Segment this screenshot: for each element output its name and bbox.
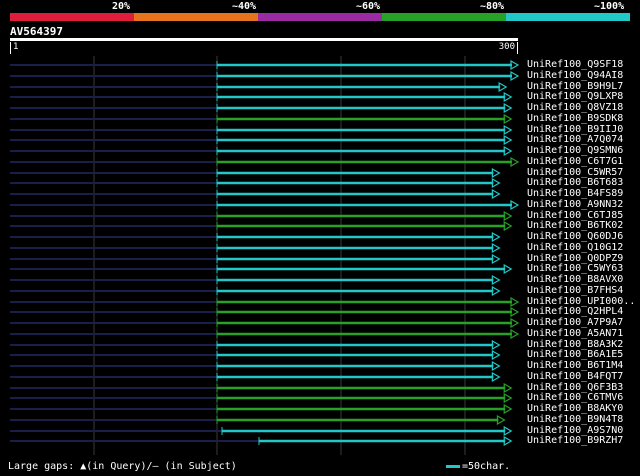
hit-arrow-head — [491, 188, 501, 200]
hit-arrow-head — [491, 339, 501, 351]
hit-label[interactable]: UniRef100_B9N4T8 — [527, 414, 623, 425]
hit-label[interactable]: UniRef100_A7P9A7 — [527, 317, 623, 328]
hit-arrow-head — [491, 231, 501, 243]
hit-arrow-head — [503, 134, 513, 146]
hit-arrow-head — [510, 317, 520, 329]
large-gaps-legend: Large gaps: ▲(in Query)/– (in Subject) — [8, 461, 237, 472]
hit-label[interactable]: UniRef100_Q9SF18 — [527, 59, 623, 70]
hit-label[interactable]: UniRef100_B6T1M4 — [527, 360, 623, 371]
hit-label[interactable]: UniRef100_B8AKY0 — [527, 403, 623, 414]
hit-arrow-head — [491, 371, 501, 383]
hit-arrow-head — [491, 360, 501, 372]
hit-arrow-head — [491, 177, 501, 189]
hit-label[interactable]: UniRef100_Q8VZ18 — [527, 102, 623, 113]
hit-arrow-head — [496, 414, 506, 426]
hit-arrow-head — [503, 382, 513, 394]
hit-label[interactable]: UniRef100_B6TK02 — [527, 220, 623, 231]
hit-label[interactable]: UniRef100_Q94AI8 — [527, 70, 623, 81]
hit-arrow-head — [503, 220, 513, 232]
hit-arrow-head — [503, 392, 513, 404]
hit-arrow-head — [491, 285, 501, 297]
hit-label[interactable]: UniRef100_C5WY63 — [527, 263, 623, 274]
hit-arrow-head — [491, 274, 501, 286]
hit-arrow-head — [503, 145, 513, 157]
hit-arrow-head — [491, 242, 501, 254]
hit-arrow-head — [491, 253, 501, 265]
scale-swatch — [446, 464, 460, 468]
hit-arrow-head — [503, 124, 513, 136]
hit-arrow-head — [510, 306, 520, 318]
scale-legend-text: =50char. — [462, 461, 511, 472]
hit-label[interactable]: UniRef100_A5AN71 — [527, 328, 623, 339]
hit-label[interactable]: UniRef100_B8AVX0 — [527, 274, 623, 285]
hit-label[interactable]: UniRef100_B4FQT7 — [527, 371, 623, 382]
hit-label[interactable]: UniRef100_Q60DJ6 — [527, 231, 623, 242]
hit-label[interactable]: UniRef100_B7FHS4 — [527, 285, 623, 296]
hit-arrow-head — [503, 102, 513, 114]
hit-arrow-head — [491, 349, 501, 361]
hit-arrow-head — [491, 167, 501, 179]
hit-label[interactable]: UniRef100_A7Q074 — [527, 134, 623, 145]
hit-label[interactable]: UniRef100_Q10G12 — [527, 242, 623, 253]
hit-arrow-head — [498, 81, 508, 93]
hit-arrow-head — [510, 59, 520, 71]
hit-arrow-head — [510, 328, 520, 340]
hit-label[interactable]: UniRef100_A9NN32 — [527, 199, 623, 210]
hit-label[interactable]: UniRef100_B9RZH7 — [527, 435, 623, 446]
hit-arrow-head — [503, 263, 513, 275]
hit-label[interactable]: UniRef100_B6A1E5 — [527, 349, 623, 360]
hit-arrow-head — [503, 113, 513, 125]
hit-label[interactable]: UniRef100_C6T7G1 — [527, 156, 623, 167]
hit-arrow-head — [503, 425, 513, 437]
hit-label[interactable]: UniRef100_B9SDK8 — [527, 113, 623, 124]
hit-label[interactable]: UniRef100_Q9SMN6 — [527, 145, 623, 156]
hit-arrow-head — [503, 435, 513, 447]
hit-arrow-head — [503, 210, 513, 222]
hit-arrow-head — [510, 199, 520, 211]
hit-label[interactable]: UniRef100_B6T683 — [527, 177, 623, 188]
scale-legend: =50char. — [446, 461, 510, 472]
hit-arrow-head — [503, 91, 513, 103]
hit-arrow-head — [503, 403, 513, 415]
hit-arrow-head — [510, 70, 520, 82]
hit-arrow-head — [510, 296, 520, 308]
hit-arrow-head — [510, 156, 520, 168]
hit-label[interactable]: UniRef100_B4FS89 — [527, 188, 623, 199]
hit-label[interactable]: UniRef100_Q9LXP8 — [527, 91, 623, 102]
hit-label[interactable]: UniRef100_C6TMV6 — [527, 392, 623, 403]
hit-label[interactable]: UniRef100_Q2HPL4 — [527, 306, 623, 317]
